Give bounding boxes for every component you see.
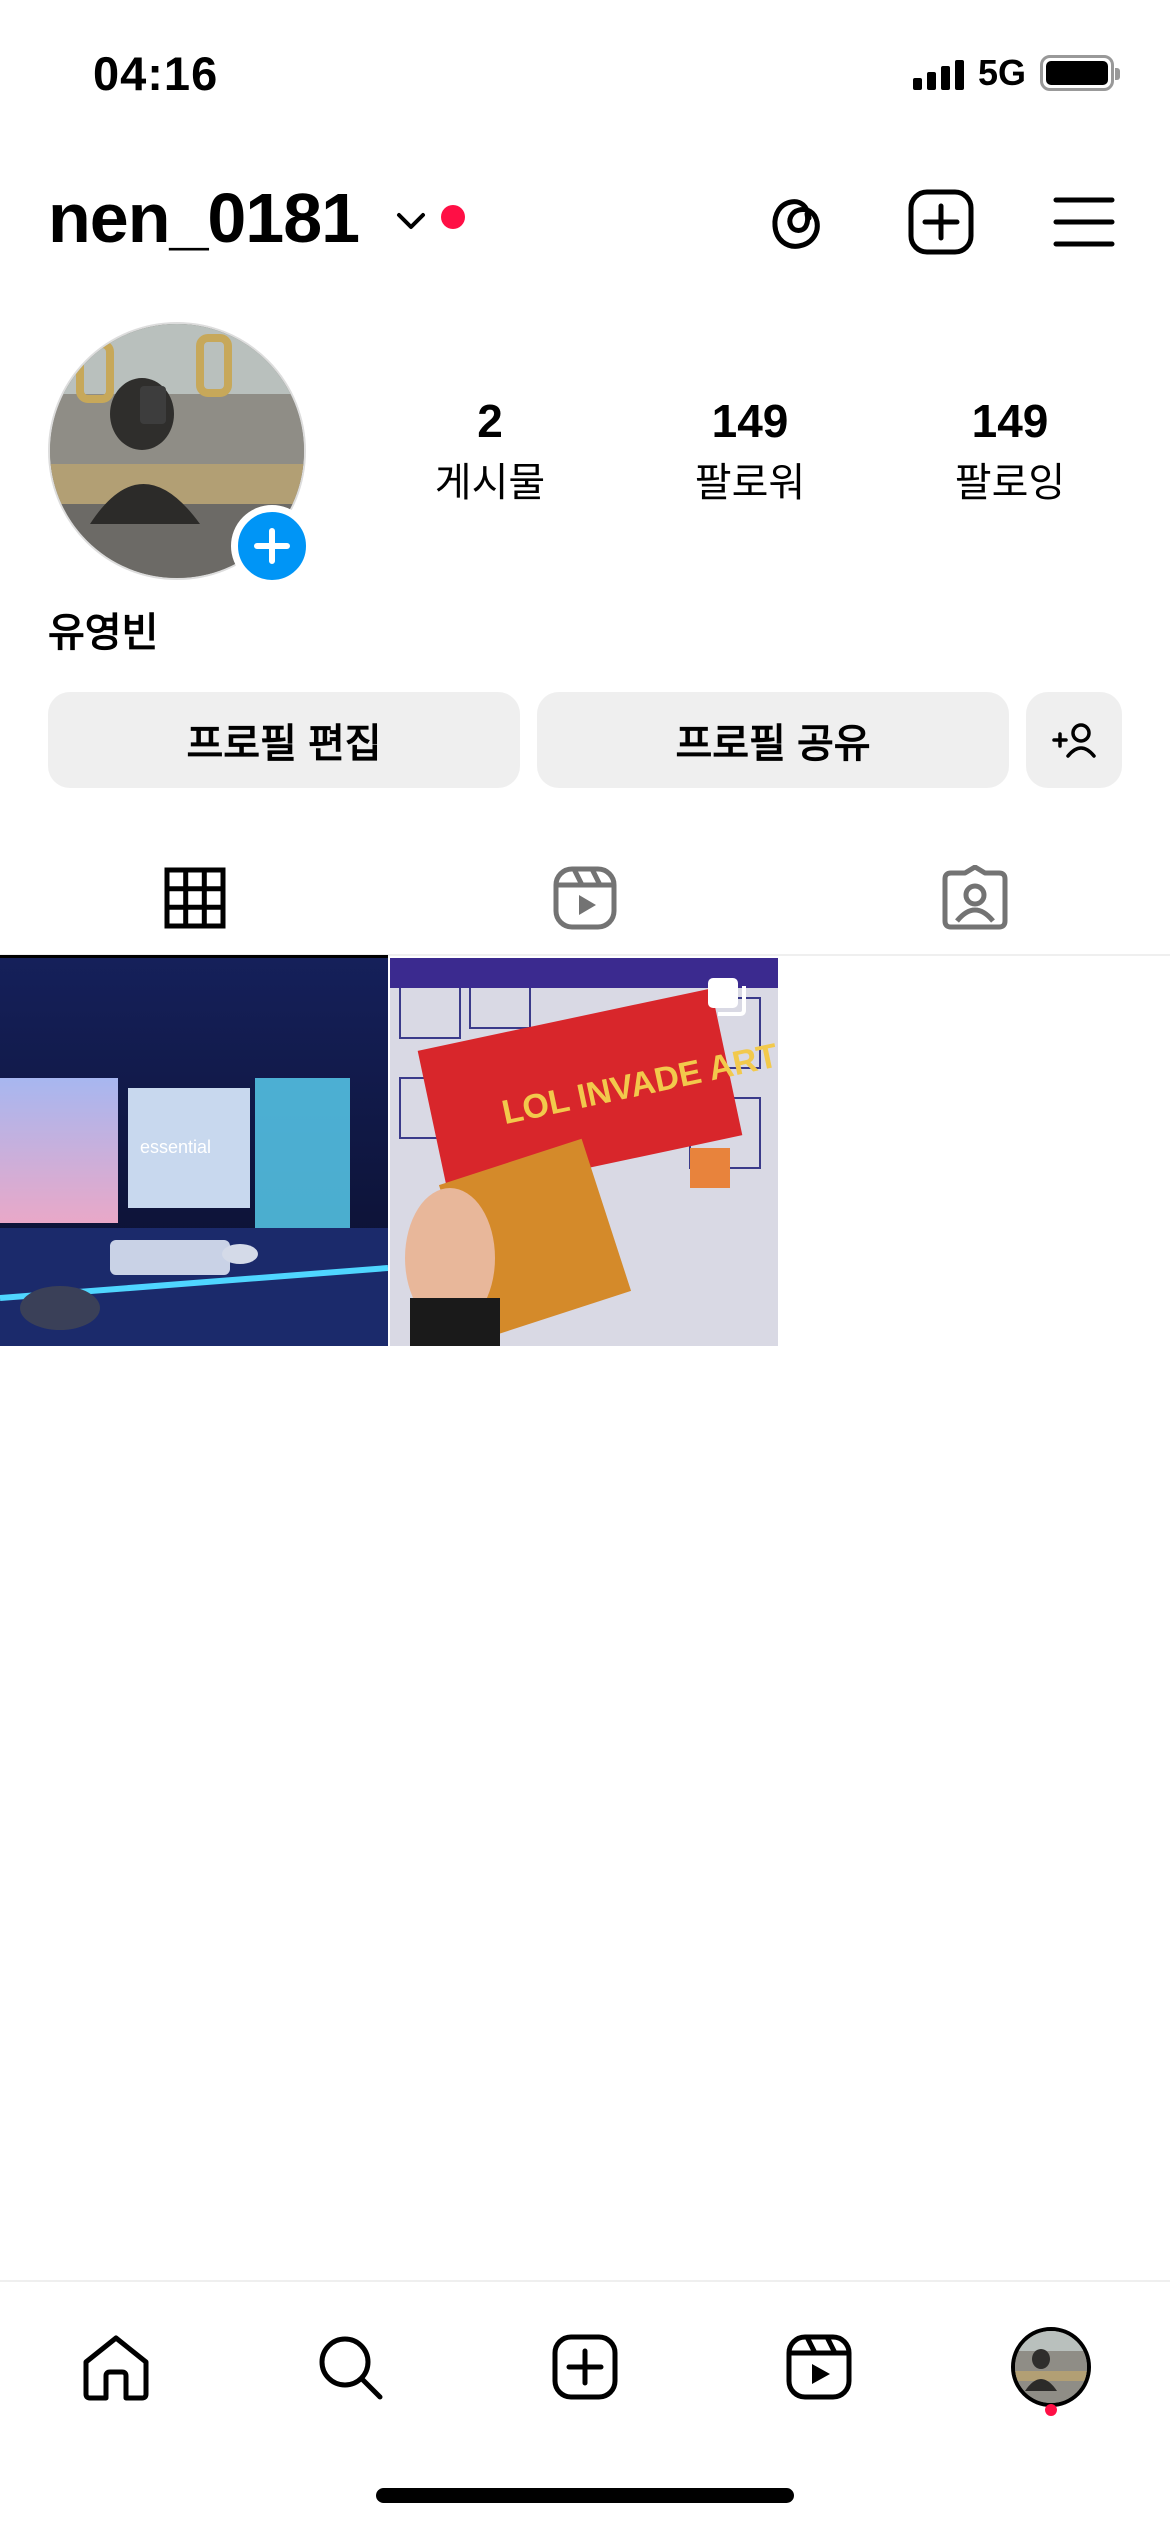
profile-avatar [1011, 2327, 1091, 2407]
tagged-icon [942, 865, 1008, 930]
home-icon [83, 2335, 149, 2401]
notification-dot [1045, 2404, 1057, 2416]
home-indicator[interactable] [376, 2488, 794, 2503]
post-thumbnail[interactable]: LOL INVADE ART [390, 958, 778, 1346]
status-time: 04:16 [93, 47, 219, 100]
stat-value: 149 [971, 395, 1049, 447]
edit-profile-button[interactable]: 프로필 편집 [48, 692, 520, 788]
create-post-icon[interactable] [899, 180, 983, 264]
profile-tabs [0, 840, 1170, 958]
nav-create[interactable] [530, 2312, 640, 2422]
profile-avatar[interactable] [48, 322, 313, 587]
nav-reels[interactable] [764, 2312, 874, 2422]
notification-dot [441, 205, 465, 229]
post-overlay-text: essential [140, 1137, 211, 1157]
add-story-button[interactable] [231, 505, 313, 587]
profile-stats: 2 게시물 149 팔로워 149 팔로잉 [360, 395, 1140, 508]
following-count[interactable]: 149 팔로잉 [880, 395, 1140, 508]
tab-grid[interactable] [0, 840, 390, 958]
status-bar: 04:16 5G [0, 0, 1170, 150]
stat-label: 팔로워 [694, 460, 806, 505]
reels-icon [786, 2334, 852, 2400]
profile-actions: 프로필 편집 프로필 공유 [48, 692, 1122, 788]
discover-people-button[interactable] [1026, 692, 1122, 788]
followers-count[interactable]: 149 팔로워 [620, 395, 880, 508]
tab-tagged[interactable] [780, 840, 1170, 956]
add-person-icon [1052, 723, 1096, 758]
reels-icon [553, 866, 617, 930]
stat-label: 게시물 [434, 460, 546, 505]
stat-value: 2 [477, 395, 503, 447]
nav-home[interactable] [61, 2312, 171, 2422]
stat-label: 팔로잉 [954, 460, 1066, 505]
username[interactable]: nen_0181 [48, 178, 360, 258]
chevron-down-icon[interactable] [393, 203, 429, 239]
nav-search[interactable] [295, 2312, 405, 2422]
profile-header: nen_0181 [0, 170, 1170, 270]
tab-reels[interactable] [390, 840, 780, 956]
posts-count[interactable]: 2 게시물 [360, 395, 620, 508]
stat-value: 149 [711, 395, 789, 447]
grid-icon [164, 867, 226, 929]
status-icons: 5G [912, 52, 1120, 94]
share-profile-button[interactable]: 프로필 공유 [537, 692, 1009, 788]
network-type: 5G [977, 52, 1026, 93]
battery-icon [1040, 55, 1120, 91]
search-icon [319, 2336, 383, 2400]
create-icon [552, 2334, 618, 2400]
post-thumbnail[interactable]: essential [0, 958, 388, 1346]
threads-icon[interactable] [755, 180, 839, 264]
menu-icon[interactable] [1042, 180, 1126, 264]
cellular-signal-icon [912, 56, 964, 90]
display-name: 유영빈 [48, 611, 159, 655]
